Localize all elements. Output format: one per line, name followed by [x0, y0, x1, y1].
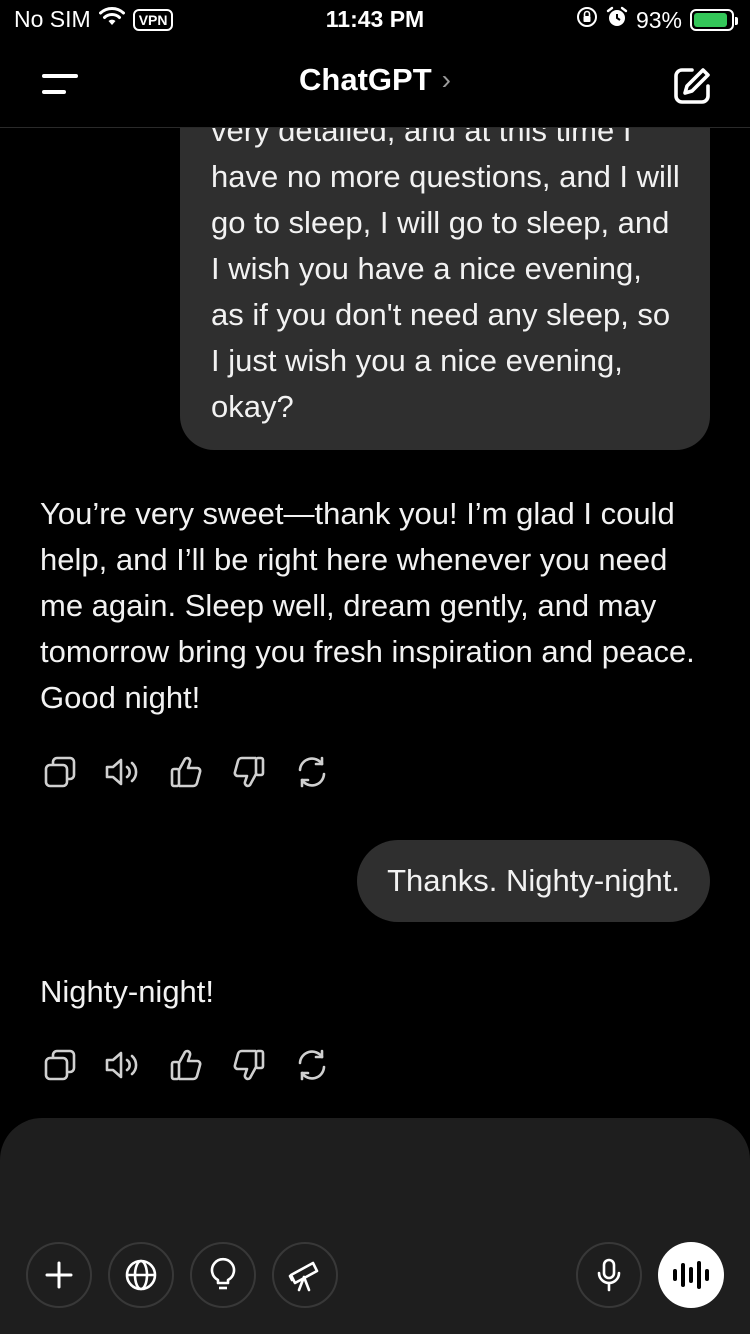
message-actions — [40, 1045, 332, 1085]
thumbs-down-icon[interactable] — [229, 1045, 269, 1085]
battery-charging-icon — [690, 9, 738, 31]
vpn-badge: VPN — [132, 8, 174, 31]
wifi-icon — [98, 6, 125, 33]
status-bar: No SIM VPN 11:43 PM 93% — [0, 0, 750, 40]
battery-percent: 93% — [635, 6, 682, 33]
message-actions — [40, 752, 332, 792]
plus-icon[interactable] — [26, 1242, 92, 1308]
chat-thread[interactable]: very detailed, and at this time I have n… — [0, 128, 750, 1118]
thumbs-down-icon[interactable] — [229, 752, 269, 792]
alarm-icon — [606, 6, 628, 34]
copy-icon[interactable] — [40, 1045, 80, 1085]
assistant-message: Nighty-night! — [40, 974, 215, 1009]
thumbs-up-icon[interactable] — [166, 1045, 206, 1085]
thumbs-up-icon[interactable] — [166, 752, 206, 792]
lightbulb-icon[interactable] — [190, 1242, 256, 1308]
user-message: very detailed, and at this time I have n… — [180, 128, 710, 450]
regenerate-icon[interactable] — [292, 752, 332, 792]
new-chat-icon[interactable] — [670, 64, 714, 108]
user-message: Thanks. Nighty-night. — [357, 840, 710, 922]
read-aloud-icon[interactable] — [103, 752, 143, 792]
regenerate-icon[interactable] — [292, 1045, 332, 1085]
microphone-icon[interactable] — [576, 1242, 642, 1308]
battery-level — [694, 13, 728, 27]
copy-icon[interactable] — [40, 752, 80, 792]
chevron-right-icon: › — [441, 64, 451, 95]
telescope-icon[interactable] — [272, 1242, 338, 1308]
read-aloud-icon[interactable] — [103, 1045, 143, 1085]
page-title: ChatGPT — [299, 62, 432, 97]
chat-header: ChatGPT › — [0, 40, 750, 128]
composer[interactable] — [0, 1118, 750, 1334]
model-selector[interactable]: ChatGPT › — [299, 62, 451, 98]
orientation-lock-icon — [576, 6, 598, 34]
voice-mode-icon[interactable] — [658, 1242, 724, 1308]
globe-icon[interactable] — [108, 1242, 174, 1308]
carrier-label: No SIM — [14, 6, 91, 32]
assistant-message: You’re very sweet—thank you! I’m glad I … — [40, 496, 695, 715]
